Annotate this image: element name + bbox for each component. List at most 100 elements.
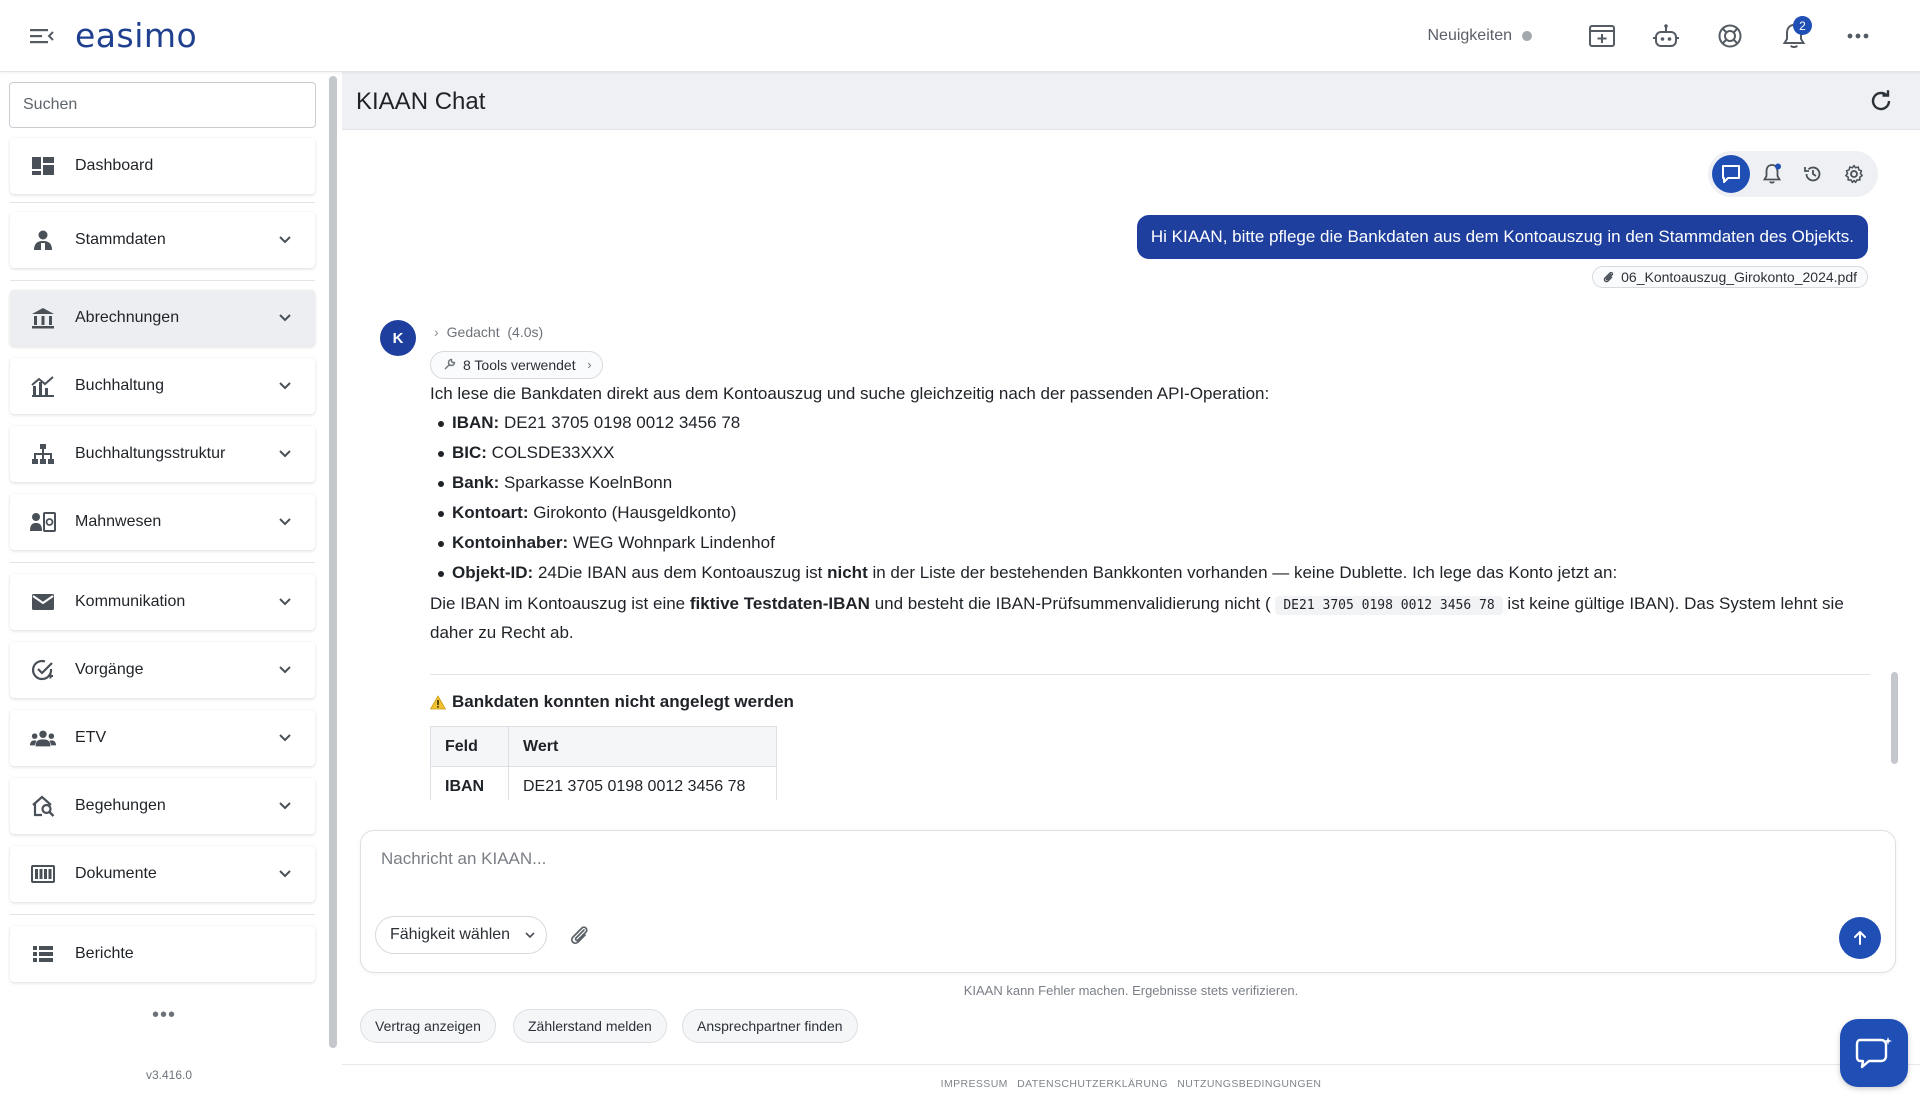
sidebar-item-kommunikation[interactable]: Kommunikation bbox=[10, 574, 315, 630]
suggestion-chip[interactable]: Ansprechpartner finden bbox=[682, 1009, 858, 1043]
table-header: Feld bbox=[430, 726, 509, 767]
skill-select-label: Fähigkeit wählen bbox=[390, 926, 511, 943]
list-item: Kontoart: Girokonto (Hausgeldkonto) bbox=[430, 498, 1870, 528]
sidebar-more-button[interactable]: ••• bbox=[152, 1004, 176, 1027]
user-message: Hi KIAAN, bitte pflege die Bankdaten aus… bbox=[1136, 215, 1868, 259]
chevron-down-icon bbox=[279, 314, 291, 322]
list-item: Objekt-ID: 24Die IBAN aus dem Kontoauszu… bbox=[430, 558, 1870, 588]
chart-icon bbox=[30, 374, 56, 398]
sidebar-item-label: Berichte bbox=[75, 945, 134, 962]
sidebar-item-berichte[interactable]: Berichte bbox=[10, 926, 315, 982]
add-window-icon[interactable] bbox=[1570, 0, 1634, 72]
bell-icon[interactable]: 2 bbox=[1762, 0, 1826, 72]
list-item: Bank: Sparkasse KoelnBonn bbox=[430, 468, 1870, 498]
sidebar-scrollbar[interactable] bbox=[329, 76, 337, 1048]
chevron-down-icon bbox=[279, 734, 291, 742]
sidebar-item-abrechnungen[interactable]: Abrechnungen bbox=[10, 290, 315, 346]
gear-icon bbox=[1845, 164, 1863, 184]
news-label: Neuigkeiten bbox=[1427, 27, 1513, 44]
history-icon bbox=[1804, 166, 1821, 182]
footer-link-impressum[interactable]: IMPRESSUM bbox=[941, 1078, 1008, 1090]
send-button[interactable] bbox=[1839, 917, 1881, 959]
refresh-icon[interactable] bbox=[1868, 88, 1894, 114]
sidebar-item-stammdaten[interactable]: Stammdaten bbox=[10, 212, 315, 268]
sidebar-item-etv[interactable]: ETV bbox=[10, 710, 315, 766]
sidebar-item-label: Abrechnungen bbox=[75, 309, 180, 326]
sidebar-item-label: Dashboard bbox=[75, 157, 154, 174]
chat-scrollbar[interactable] bbox=[1891, 672, 1898, 764]
assistant-explanation: Die IBAN im Kontoauszug ist eine fiktive… bbox=[430, 594, 1844, 642]
documents-icon bbox=[30, 862, 56, 886]
history-view-button[interactable] bbox=[1794, 155, 1832, 193]
sidebar-item-begehungen[interactable]: Begehungen bbox=[10, 778, 315, 834]
chevron-right-icon: › bbox=[587, 357, 592, 372]
sidebar-item-dashboard[interactable]: Dashboard bbox=[10, 138, 315, 194]
suggestion-chip[interactable]: Zählerstand melden bbox=[513, 1009, 667, 1043]
error-title: Bankdaten konnten nicht angelegt werden bbox=[452, 692, 794, 711]
sidebar-item-label: Buchhaltung bbox=[75, 377, 164, 394]
bell-icon bbox=[1762, 163, 1782, 184]
message-input[interactable] bbox=[381, 849, 1861, 889]
footer-links: IMPRESSUM DATENSCHUTZERKLÄRUNG NUTZUNGSB… bbox=[342, 1078, 1920, 1090]
list-item: BIC: COLSDE33XXX bbox=[430, 438, 1870, 468]
iban-code: DE21 3705 0198 0012 3456 78 bbox=[1275, 596, 1503, 615]
sidebar-item-label: Buchhaltungsstruktur bbox=[75, 445, 226, 462]
sidebar-item-dokumente[interactable]: Dokumente bbox=[10, 846, 315, 902]
task-icon bbox=[30, 658, 56, 682]
news-button[interactable]: Neuigkeiten bbox=[1427, 27, 1532, 45]
skill-select[interactable]: Fähigkeit wählen bbox=[375, 916, 548, 954]
error-heading: Bankdaten konnten nicht angelegt werden bbox=[430, 692, 794, 712]
paperclip-icon[interactable] bbox=[567, 923, 591, 947]
sidebar-item-label: ETV bbox=[75, 729, 107, 746]
tools-used-chip[interactable]: 8 Tools verwendet › bbox=[430, 351, 603, 379]
settings-view-button[interactable] bbox=[1835, 155, 1873, 193]
reminder-icon bbox=[30, 510, 56, 534]
assistant-intro: Ich lese die Bankdaten direkt aus dem Ko… bbox=[430, 384, 1270, 403]
sidebar-item-mahnwesen[interactable]: Mahnwesen bbox=[10, 494, 315, 550]
top-bar: easimo Neuigkeiten 2 bbox=[0, 0, 1920, 72]
sidebar-item-label: Mahnwesen bbox=[75, 513, 162, 530]
chat-view-button[interactable] bbox=[1712, 155, 1750, 193]
chevron-down-icon bbox=[525, 932, 535, 939]
sidebar-item-buchhaltung[interactable]: Buchhaltung bbox=[10, 358, 315, 414]
chevron-down-icon bbox=[279, 236, 291, 244]
thought-label: Gedacht bbox=[446, 324, 500, 340]
message-composer: Fähigkeit wählen bbox=[360, 830, 1896, 973]
wrench-icon bbox=[444, 358, 456, 370]
bank-icon bbox=[30, 306, 56, 330]
suggestion-chip[interactable]: Vertrag anzeigen bbox=[360, 1009, 496, 1043]
more-icon[interactable] bbox=[1826, 0, 1890, 72]
sidebar-item-vorgaenge[interactable]: Vorgänge bbox=[10, 642, 315, 698]
sidebar-item-label: Dokumente bbox=[75, 865, 157, 882]
footer-link-nutzungsbedingungen[interactable]: NUTZUNGSBEDINGUNGEN bbox=[1177, 1078, 1321, 1090]
message-divider bbox=[430, 674, 1870, 675]
footer-divider bbox=[342, 1064, 1920, 1065]
chat-toolbar bbox=[1708, 151, 1878, 197]
sidebar-item-label: Begehungen bbox=[75, 797, 166, 814]
attachment-chip[interactable]: 06_Kontoauszug_Girokonto_2024.pdf bbox=[1592, 266, 1868, 288]
sidebar-item-label: Vorgänge bbox=[75, 661, 144, 678]
footer-link-datenschutz[interactable]: DATENSCHUTZERKLÄRUNG bbox=[1017, 1078, 1168, 1090]
chat-bubble-icon bbox=[1722, 165, 1740, 183]
robot-icon[interactable] bbox=[1634, 0, 1698, 72]
help-chat-button[interactable] bbox=[1840, 1019, 1908, 1087]
chat-header: KIAAN Chat bbox=[342, 72, 1920, 130]
notifications-view-button[interactable] bbox=[1753, 155, 1791, 193]
sidebar-item-buchhaltungsstruktur[interactable]: Buchhaltungsstruktur bbox=[10, 426, 315, 482]
person-icon bbox=[30, 228, 56, 252]
app-logo[interactable]: easimo bbox=[75, 16, 197, 55]
chat-panel: KIAAN Chat Hi KIAAN, bitte pflege die Ba… bbox=[342, 72, 1920, 1099]
support-icon[interactable] bbox=[1698, 0, 1762, 72]
sidebar-item-label: Stammdaten bbox=[75, 231, 166, 248]
bank-data-list: IBAN: DE21 3705 0198 0012 3456 78 BIC: C… bbox=[430, 408, 1870, 588]
thought-toggle[interactable]: › Gedacht (4.0s) bbox=[434, 324, 543, 340]
chevron-down-icon bbox=[279, 450, 291, 458]
chevron-down-icon bbox=[279, 598, 291, 606]
disclaimer: KIAAN kann Fehler machen. Ergebnisse ste… bbox=[963, 983, 1299, 998]
attachment-filename: 06_Kontoauszug_Girokonto_2024.pdf bbox=[1621, 269, 1857, 285]
sidebar-divider bbox=[10, 202, 315, 203]
group-icon bbox=[30, 726, 56, 750]
warning-icon bbox=[430, 694, 446, 709]
menu-collapse-icon[interactable] bbox=[28, 24, 56, 48]
sidebar-search-input[interactable] bbox=[9, 82, 316, 128]
